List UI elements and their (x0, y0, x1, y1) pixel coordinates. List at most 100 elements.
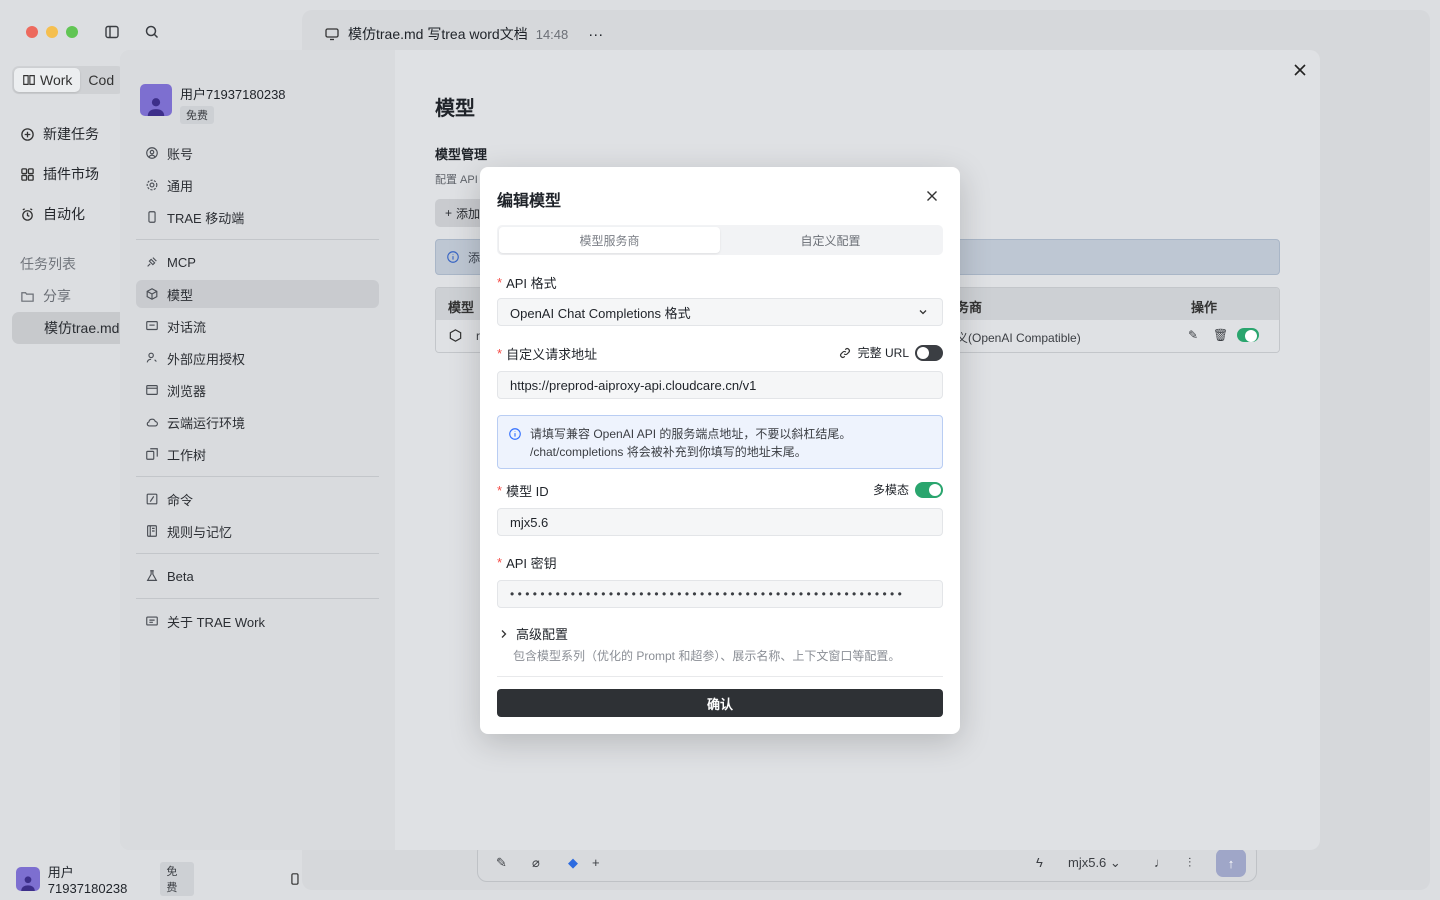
full-url-option: 完整 URL (838, 344, 943, 361)
close-icon[interactable] (1292, 62, 1308, 78)
model-id-input[interactable]: mjx5.6 (497, 508, 943, 536)
multimodal-option: 多模态 (873, 481, 943, 498)
confirm-button[interactable]: 确认 (497, 689, 943, 717)
mode-tab-work[interactable]: Work (14, 68, 81, 92)
model-enabled-toggle[interactable] (1237, 328, 1259, 342)
nav-automation[interactable]: 自动化 (20, 204, 85, 224)
settings-user-info: 用户71937180238 免费 (180, 84, 286, 124)
url-input[interactable]: https://preprod-aiproxy-api.cloudcare.cn… (497, 371, 943, 399)
monitor-icon (325, 28, 339, 41)
trash-icon[interactable]: 🗑 (1213, 328, 1228, 342)
settings-menu-rules[interactable]: 规则与记忆 (136, 517, 379, 545)
url-value: https://preprod-aiproxy-api.cloudcare.cn… (510, 377, 757, 393)
user-name: 用户71937180238 (47, 865, 128, 896)
settings-menu-command[interactable]: 命令 (136, 485, 379, 513)
more-options-icon[interactable]: ··· (588, 26, 603, 43)
bolt-icon[interactable]: ϟ (1036, 855, 1043, 870)
info-icon (447, 251, 459, 263)
task-item[interactable]: 模仿trae.md (12, 312, 132, 344)
api-key-label: * API 密钥 (497, 553, 557, 572)
multimodal-toggle[interactable] (915, 481, 943, 498)
settings-menu-label: 对话流 (167, 319, 207, 335)
account-icon (146, 147, 158, 159)
plus-circle-icon (21, 127, 34, 141)
sidebar-user-footer[interactable]: 用户71937180238 免费 (16, 862, 302, 896)
page-title: 模型 (435, 98, 475, 120)
divider (136, 553, 379, 554)
mode-tab-code-label: Cod (88, 72, 115, 88)
edit-icon[interactable]: ✎ (496, 855, 507, 871)
sidebar-toggle-icon[interactable] (104, 24, 120, 40)
minimize-window-button[interactable] (46, 26, 58, 38)
search-icon[interactable] (144, 24, 160, 40)
url-label: * 自定义请求地址 (497, 344, 597, 363)
advanced-config-toggle[interactable]: 高级配置 (500, 624, 568, 643)
share-folder[interactable]: 分享 (20, 286, 71, 306)
settings-menu-label: 账号 (167, 146, 194, 162)
plugin-icon (21, 167, 34, 181)
settings-menu-label: 关于 TRAE Work (167, 614, 265, 630)
settings-menu-about[interactable]: 关于 TRAE Work (136, 607, 379, 635)
folder-icon (21, 291, 34, 302)
close-icon[interactable] (926, 190, 938, 202)
settings-menu-beta[interactable]: Beta (136, 562, 379, 590)
zoom-window-button[interactable] (66, 26, 78, 38)
config-tabs: 模型服务商 自定义配置 (497, 225, 943, 255)
settings-user: 用户71937180238 免费 (140, 84, 286, 124)
settings-menu-label: 通用 (167, 178, 194, 194)
attachment-icon[interactable]: ⌀ (532, 855, 540, 871)
settings-menu-cloud[interactable]: 云端运行环境 (136, 408, 379, 436)
url-hint-line2: /chat/completions 将会被补充到你填写的地址末尾。 (530, 445, 807, 459)
settings-menu-worktree[interactable]: 工作树 (136, 440, 379, 468)
mobile-icon[interactable] (288, 872, 302, 886)
tab-custom-config[interactable]: 自定义配置 (720, 227, 941, 253)
settings-menu-mobile[interactable]: TRAE 移动端 (136, 203, 379, 231)
send-button[interactable]: ↑ (1216, 849, 1246, 877)
section-title: 模型管理 (435, 147, 488, 162)
model-selector[interactable]: mjx5.6 ⌄ (1068, 855, 1121, 871)
mic-icon[interactable]: ♩ (1154, 855, 1167, 870)
alarm-clock-icon (22, 207, 33, 221)
settings-menu-label: 模型 (167, 287, 194, 303)
settings-menu-label: 浏览器 (167, 383, 207, 399)
person-icon (21, 876, 35, 891)
voice-wave-icon[interactable]: ⫶ (1188, 855, 1191, 871)
phone-icon (148, 211, 156, 223)
plan-badge: 免费 (180, 106, 214, 124)
column-header: 操作 (1191, 300, 1218, 315)
chat-title: 模仿trae.md 写trea word文档 (348, 26, 528, 42)
flask-icon (146, 570, 158, 581)
settings-menu-general[interactable]: 通用 (136, 171, 379, 199)
full-url-toggle[interactable] (915, 344, 943, 361)
app-icon[interactable]: ◆ (568, 855, 578, 871)
add-icon[interactable]: + (592, 855, 600, 870)
api-format-select[interactable]: OpenAI Chat Completions 格式 (497, 298, 943, 326)
url-label-text: 自定义请求地址 (506, 347, 598, 362)
tab-provider[interactable]: 模型服务商 (499, 227, 720, 253)
full-url-label: 完整 URL (857, 346, 909, 360)
plus-icon: + (445, 206, 453, 220)
settings-menu-model[interactable]: 模型 (136, 280, 379, 308)
gear-icon (146, 179, 158, 191)
settings-menu-browser[interactable]: 浏览器 (136, 376, 379, 404)
settings-menu-chatflow[interactable]: 对话流 (136, 312, 379, 340)
nav-automation-label: 自动化 (43, 206, 85, 222)
settings-user-name: 用户71937180238 (180, 87, 286, 102)
plan-badge: 免费 (160, 862, 195, 896)
api-key-input[interactable]: ••••••••••••••••••••••••••••••••••••••••… (497, 580, 943, 608)
divider (136, 239, 379, 240)
advanced-config-label: 高级配置 (516, 627, 569, 642)
close-window-button[interactable] (26, 26, 38, 38)
browser-icon (146, 385, 158, 395)
cube-icon (146, 288, 158, 300)
nav-new-task[interactable]: 新建任务 (20, 124, 99, 144)
avatar (140, 84, 172, 116)
nav-plugin-market[interactable]: 插件市场 (20, 164, 99, 184)
task-list-label: 任务列表 (20, 256, 76, 272)
settings-menu-external-auth[interactable]: 外部应用授权 (136, 344, 379, 372)
model-id-label-text: 模型 ID (506, 484, 549, 499)
edit-icon[interactable]: ✎ (1188, 328, 1198, 342)
settings-menu-account[interactable]: 账号 (136, 139, 379, 167)
mode-tab-code[interactable]: Cod (80, 68, 122, 92)
settings-menu-mcp[interactable]: MCP (136, 248, 379, 276)
